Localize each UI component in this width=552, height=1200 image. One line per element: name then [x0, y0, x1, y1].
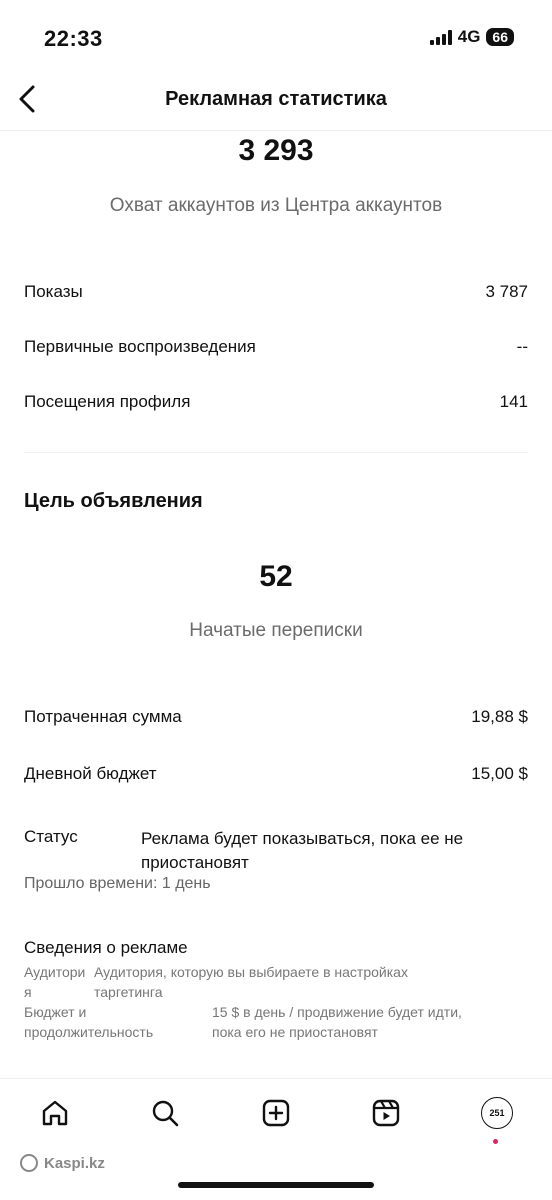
goal-caption: Начатые переписки: [189, 620, 363, 641]
metric-label: Первичные воспроизведения: [24, 337, 256, 356]
header: Рекламная статистика: [0, 70, 552, 131]
tab-reels[interactable]: [368, 1095, 404, 1131]
audience-label-1: Аудитори: [24, 964, 86, 980]
status-bar: 22:33 4G 66: [0, 0, 552, 70]
watermark: Kaspi.kz: [20, 1154, 105, 1172]
home-indicator[interactable]: [178, 1182, 374, 1188]
budget-value: 15,00 $: [471, 764, 528, 783]
goal-value: 52: [259, 560, 293, 593]
audience-label-2: я: [24, 984, 32, 1000]
tab-home[interactable]: [37, 1095, 73, 1131]
metric-row: Показы 3 787: [24, 282, 528, 302]
budget-duration-value-1: 15 $ в день / продвижение будет идти,: [212, 1004, 462, 1020]
metric-row: Посещения профиля 141: [24, 392, 528, 412]
plus-square-icon: [262, 1099, 290, 1127]
status-indicators: 4G 66: [429, 27, 514, 47]
divider: [24, 452, 528, 453]
signal-icon: [429, 29, 452, 45]
audience-value-2: таргетинга: [94, 984, 163, 1000]
metric-label: Показы: [24, 282, 83, 301]
metric-row: Первичные воспроизведения --: [24, 337, 528, 357]
metric-value: 141: [499, 392, 528, 411]
audience-value-1: Аудитория, которую вы выбираете в настро…: [94, 964, 408, 980]
goal-title: Цель объявления: [24, 490, 203, 512]
budget-duration-label-1: Бюджет и: [24, 1004, 87, 1020]
metric-label: Посещения профиля: [24, 392, 191, 411]
search-icon: [152, 1100, 179, 1127]
budget-duration-label-2: продолжительность: [24, 1024, 154, 1040]
tab-search[interactable]: [147, 1095, 183, 1131]
metric-value: 3 787: [485, 282, 528, 301]
elapsed-time: Прошло времени: 1 день: [24, 875, 211, 892]
notification-dot: [493, 1139, 498, 1144]
tab-profile[interactable]: 251: [479, 1095, 515, 1131]
budget-row: Потраченная сумма 19,88 $: [24, 707, 528, 727]
status-text: Реклама будет показываться, пока ее не п…: [141, 829, 464, 872]
home-icon: [42, 1100, 68, 1126]
reels-icon: [372, 1099, 400, 1127]
network-label: 4G: [457, 27, 481, 46]
battery-icon: 66: [486, 28, 514, 46]
ad-info-title: Сведения о рекламе: [24, 938, 188, 957]
budget-label: Потраченная сумма: [24, 707, 182, 726]
tab-bar: 251: [0, 1078, 552, 1151]
budget-duration-value-2: пока его не приостановят: [212, 1024, 378, 1040]
watermark-text: Kaspi.kz: [44, 1154, 105, 1172]
budget-row: Дневной бюджет 15,00 $: [24, 764, 528, 784]
reach-caption: Охват аккаунтов из Центра аккаунтов: [109, 195, 443, 216]
metric-value: --: [516, 337, 528, 356]
reach-value: 3 293: [238, 134, 314, 167]
avatar: 251: [481, 1097, 513, 1129]
kaspi-logo-icon: [20, 1154, 38, 1172]
status-time: 22:33: [44, 26, 103, 51]
budget-value: 19,88 $: [471, 707, 528, 726]
budget-label: Дневной бюджет: [24, 764, 157, 783]
tab-create[interactable]: [258, 1095, 294, 1131]
status-label: Статус: [24, 827, 78, 846]
page-title: Рекламная статистика: [165, 88, 387, 110]
